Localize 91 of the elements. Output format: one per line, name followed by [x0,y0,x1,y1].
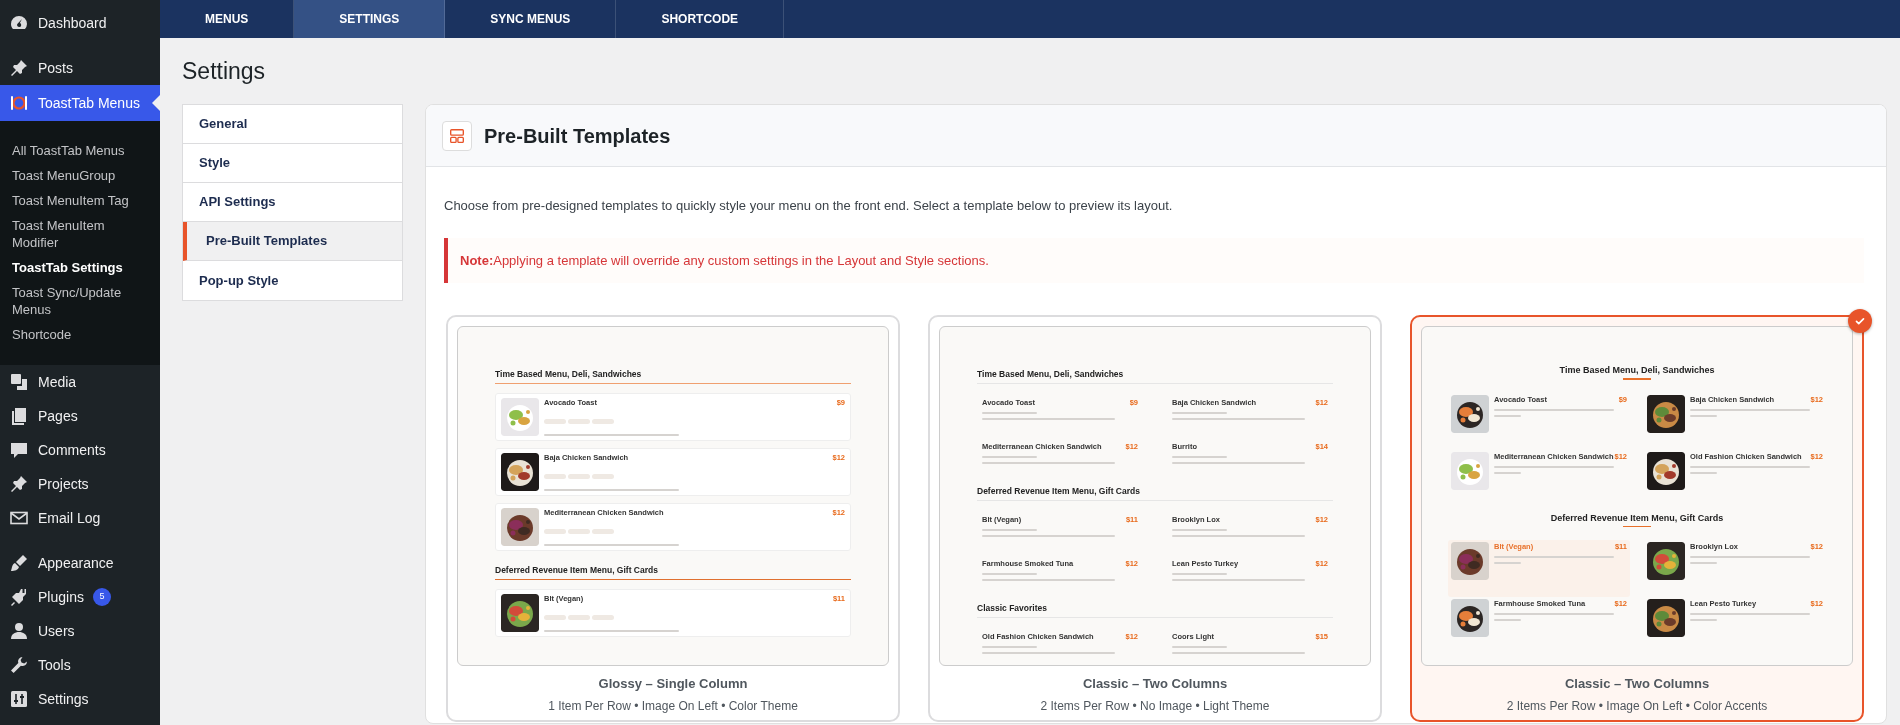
submenu-item[interactable]: Toast Sync/Update Menus [0,280,160,322]
tab[interactable]: SYNC MENUS [445,0,617,38]
blurred-text-line [982,412,1037,414]
menu-item[interactable]: Comments [0,433,160,467]
menu-item[interactable]: Plugins 5 [0,580,160,614]
plug-icon [9,587,29,607]
blurred-text-line [1494,619,1521,621]
description-text: Choose from pre-designed templates to quickly style your menu on the front end. Select a template below to preview its layout. [444,197,1174,215]
brush-icon [9,553,29,573]
tag-chip [592,474,614,479]
tag-chip [592,529,614,534]
tag-chip [568,615,590,620]
wrench-icon [9,655,29,675]
template-title: Glossy – Single Column [597,675,749,693]
menu-item[interactable]: Tools [0,648,160,682]
tag-chip [568,419,590,424]
nav-item[interactable]: Pop-up Style [183,261,402,300]
submenu-item[interactable]: Toast MenuItem Tag [0,188,141,213]
pages-icon [9,406,29,426]
pin-icon [9,474,29,494]
user-icon [9,621,29,641]
nav-item[interactable]: Style [183,144,402,183]
section-heading: Deferred Revenue Item Menu, Gift Cards [1550,512,1724,523]
count-badge: 5 [92,588,111,606]
blurred-text-line [1494,414,1521,417]
blurred-text-line [1690,619,1717,621]
menu-item[interactable]: Dashboard [0,6,160,40]
template-title: Classic – Two Columns [1081,675,1229,693]
menu-item[interactable]: ToastTab Menus [0,85,160,121]
blurred-text-line [982,456,1037,458]
blurred-text-line [982,529,1037,531]
menu-item[interactable]: Projects [0,467,160,501]
section-heading: Deferred Revenue Item Menu, Gift Cards [495,565,851,580]
section-heading: Deferred Revenue Item Menu, Gift Cards [977,486,1333,501]
menu-item[interactable]: Settings [0,682,160,716]
template-subtitle: 2 Items Per Row • Image On Left • Color Accents [1505,697,1769,715]
section-heading: Time Based Menu, Deli, Sandwiches [1559,365,1715,375]
tag-chip [568,529,590,534]
submenu-item[interactable]: Toast MenuGroup [0,163,128,188]
menu-item[interactable]: Media [0,365,160,399]
submenu-item[interactable]: Shortcode [0,322,84,347]
blurred-text-line [1172,456,1227,458]
blurred-text-line [1690,471,1717,474]
blurred-text-line [1690,414,1717,417]
template-title: Classic – Two Columns [1563,675,1711,693]
blurred-text-line [1172,573,1227,575]
section-heading: Time Based Menu, Deli, Sandwiches [495,369,851,384]
menu-item[interactable]: Pages [0,399,160,433]
nav-item[interactable]: General [183,105,402,144]
template-subtitle: 1 Item Per Row • Image On Left • Color Theme [547,697,799,715]
comment-icon [9,440,29,460]
submenu-item[interactable]: Toast MenuItem Modifier [0,213,160,255]
blurred-text-line [1494,471,1521,474]
tag-chip [592,615,614,620]
section-heading: Classic Favorites [977,603,1333,618]
blurred-text-line [982,573,1037,575]
heading-underline [1623,378,1651,380]
tab[interactable]: SHORTCODE [616,0,785,38]
plate-icon [9,93,29,113]
tag-chip [568,474,590,479]
menu-item[interactable]: Email Log [0,501,160,535]
sliders-icon [9,689,29,709]
tag-chip [544,529,566,534]
tag-chip [544,474,566,479]
pin-icon [9,58,29,78]
blurred-text-line [1494,562,1521,564]
blurred-text-line [1690,562,1717,564]
panel-title: Pre-Built Templates [484,123,671,149]
layout-icon [442,120,472,151]
submenu-item[interactable]: All ToastTab Menus [0,138,137,163]
tag-chip [544,419,566,424]
media-icon [9,372,29,392]
blurred-text-line [1172,529,1227,531]
tab[interactable]: SETTINGS [294,0,446,38]
section-heading: Time Based Menu, Deli, Sandwiches [977,369,1333,384]
template-card[interactable] [1410,315,1864,722]
heading-underline [1623,525,1651,527]
blurred-text-line [1172,646,1227,648]
check-icon [1848,309,1872,333]
note-text: Note:Applying a template will override any custom settings in the Layout and Style sections. [460,251,989,270]
page-title: Settings [182,57,267,86]
blurred-text-line [1172,412,1227,414]
submenu-item[interactable]: ToastTab Settings [0,255,135,280]
blurred-text-line [982,646,1037,648]
menu-item[interactable]: Appearance [0,546,160,580]
tag-chip [592,419,614,424]
nav-item[interactable]: Pre-Built Templates [183,222,402,261]
menu-item[interactable]: Users [0,614,160,648]
menu-item[interactable]: Posts [0,51,160,85]
template-subtitle: 2 Items Per Row • No Image • Light Theme [1039,697,1271,715]
tag-chip [544,615,566,620]
